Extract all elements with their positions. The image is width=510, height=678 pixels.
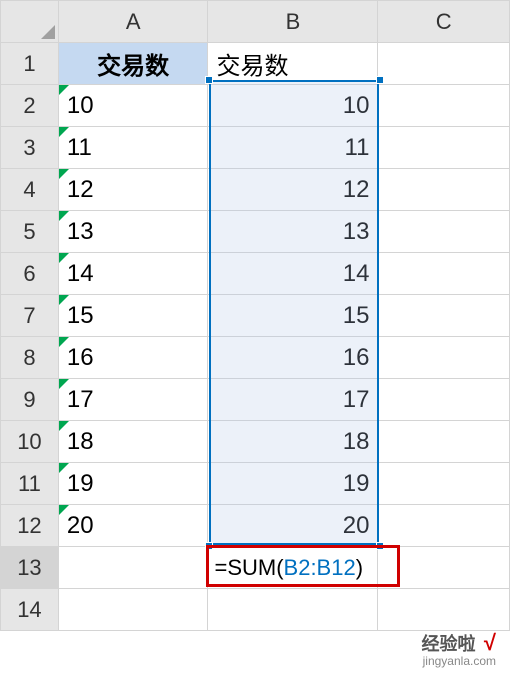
selection-handle-tr[interactable] (376, 76, 384, 84)
cell-c5[interactable] (378, 211, 510, 253)
cell-b5[interactable]: 13 (208, 211, 378, 253)
cell-b8[interactable]: 16 (208, 337, 378, 379)
select-all-corner[interactable] (1, 1, 59, 43)
cell-a13[interactable] (58, 547, 208, 589)
cell-b1[interactable]: 交易数 (208, 43, 378, 85)
watermark-title: 经验啦 (421, 630, 475, 656)
row-header-7[interactable]: 7 (1, 295, 59, 337)
cell-c3[interactable] (378, 127, 510, 169)
formula-range: B2:B12 (284, 555, 356, 580)
cell-c9[interactable] (378, 379, 510, 421)
row-header-1[interactable]: 1 (1, 43, 59, 85)
formula-suffix: ) (356, 555, 363, 580)
cell-a5[interactable]: 13 (58, 211, 208, 253)
cell-c11[interactable] (378, 463, 510, 505)
cell-b2[interactable]: 10 (208, 85, 378, 127)
column-header-b[interactable]: B (208, 1, 378, 43)
row-header-9[interactable]: 9 (1, 379, 59, 421)
spreadsheet-grid[interactable]: A B C 1 交易数 交易数 2 10 10 3 11 11 4 12 12 … (0, 0, 510, 631)
column-header-a[interactable]: A (58, 1, 208, 43)
cell-c4[interactable] (378, 169, 510, 211)
cell-a6[interactable]: 14 (58, 253, 208, 295)
cell-c8[interactable] (378, 337, 510, 379)
row-header-11[interactable]: 11 (1, 463, 59, 505)
cell-c10[interactable] (378, 421, 510, 463)
cell-b4[interactable]: 12 (208, 169, 378, 211)
cell-a1[interactable]: 交易数 (58, 43, 208, 85)
cell-b3[interactable]: 11 (208, 127, 378, 169)
cell-b10[interactable]: 18 (208, 421, 378, 463)
row-header-3[interactable]: 3 (1, 127, 59, 169)
cell-a8[interactable]: 16 (58, 337, 208, 379)
cell-c2[interactable] (378, 85, 510, 127)
row-header-8[interactable]: 8 (1, 337, 59, 379)
row-header-12[interactable]: 12 (1, 505, 59, 547)
selection-handle-br[interactable] (376, 542, 384, 550)
cell-c14[interactable] (378, 589, 510, 631)
cell-b14[interactable] (208, 589, 378, 631)
cell-a10[interactable]: 18 (58, 421, 208, 463)
row-header-6[interactable]: 6 (1, 253, 59, 295)
cell-a2[interactable]: 10 (58, 85, 208, 127)
cell-c13[interactable] (378, 547, 510, 589)
row-header-10[interactable]: 10 (1, 421, 59, 463)
cell-b9[interactable]: 17 (208, 379, 378, 421)
cell-a3[interactable]: 11 (58, 127, 208, 169)
selection-handle-bl[interactable] (205, 542, 213, 550)
watermark: 经验啦 √ jingyanla.com (421, 630, 496, 668)
row-header-4[interactable]: 4 (1, 169, 59, 211)
cell-a12[interactable]: 20 (58, 505, 208, 547)
row-header-5[interactable]: 5 (1, 211, 59, 253)
cell-b7[interactable]: 15 (208, 295, 378, 337)
row-header-14[interactable]: 14 (1, 589, 59, 631)
cell-b12[interactable]: 20 (208, 505, 378, 547)
watermark-url: jingyanla.com (421, 654, 496, 668)
cell-a7[interactable]: 15 (58, 295, 208, 337)
row-header-2[interactable]: 2 (1, 85, 59, 127)
cell-c1[interactable] (378, 43, 510, 85)
cell-b6[interactable]: 14 (208, 253, 378, 295)
row-header-13[interactable]: 13 (1, 547, 59, 589)
cell-b11[interactable]: 19 (208, 463, 378, 505)
cell-a9[interactable]: 17 (58, 379, 208, 421)
cell-a14[interactable] (58, 589, 208, 631)
cell-c6[interactable] (378, 253, 510, 295)
formula-prefix: =SUM( (214, 555, 283, 580)
cell-c7[interactable] (378, 295, 510, 337)
cell-b13-formula[interactable]: =SUM(B2:B12) (208, 547, 378, 589)
cell-c12[interactable] (378, 505, 510, 547)
cell-a11[interactable]: 19 (58, 463, 208, 505)
watermark-check-icon: √ (484, 630, 496, 655)
selection-handle-tl[interactable] (205, 76, 213, 84)
column-header-c[interactable]: C (378, 1, 510, 43)
cell-a4[interactable]: 12 (58, 169, 208, 211)
